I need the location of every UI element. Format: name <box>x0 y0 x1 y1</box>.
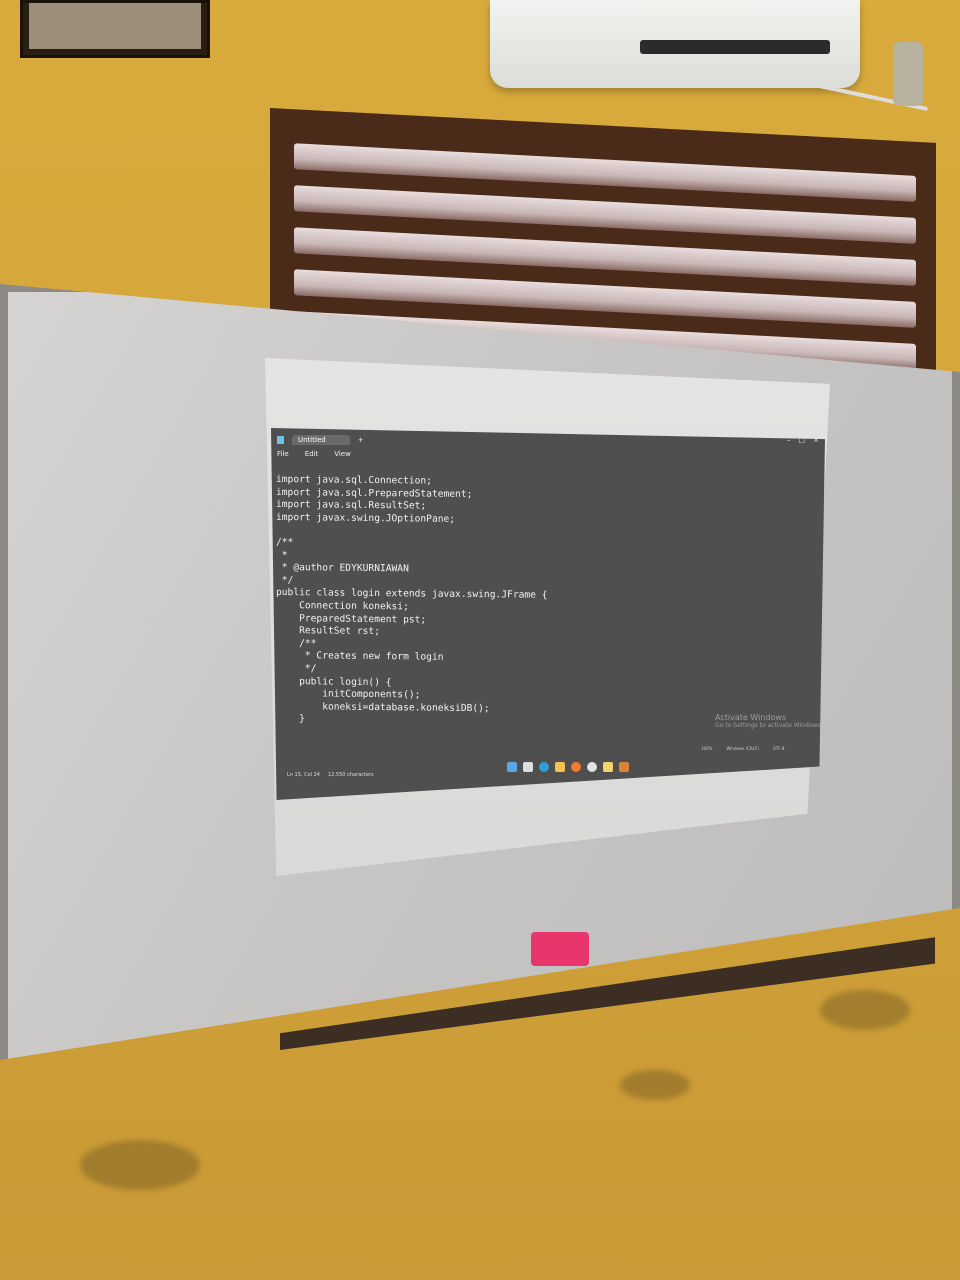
explorer-icon[interactable] <box>555 762 565 772</box>
new-tab-button[interactable]: + <box>358 436 364 444</box>
air-conditioner <box>490 0 860 88</box>
cursor-position: Ln 15, Col 24 <box>287 772 320 778</box>
tab-untitled[interactable]: Untitled <box>292 435 350 445</box>
menu-edit[interactable]: Edit <box>305 450 319 458</box>
code-editor[interactable]: import java.sql.Connection; import java.s… <box>276 474 806 731</box>
character-count: 12,550 characters <box>327 772 374 778</box>
windows-taskbar <box>507 762 629 772</box>
watermark-title: Activate Windows <box>715 713 787 722</box>
zoom-level: 100% <box>701 746 713 751</box>
activation-watermark: Activate Windows Go to Settings to activ… <box>715 714 822 730</box>
menu-view[interactable]: View <box>334 450 351 458</box>
encoding: UTF-8 <box>772 746 785 751</box>
firefox-icon[interactable] <box>571 762 581 772</box>
menu-file[interactable]: File <box>277 450 289 458</box>
notepad-icon <box>277 436 284 444</box>
wall-switch <box>893 42 923 106</box>
editor-menubar: File Edit View <box>277 450 351 458</box>
chrome-icon[interactable] <box>587 762 597 772</box>
line-ending: Windows (CRLF) <box>726 746 759 751</box>
search-icon[interactable] <box>523 762 533 772</box>
notepad-icon[interactable] <box>603 762 613 772</box>
wall-picture-frame <box>20 0 210 58</box>
wall-smudge <box>80 1140 200 1190</box>
editor-statusbar-right: 100% Windows (CRLF) UTF-8 <box>701 746 784 751</box>
start-icon[interactable] <box>507 762 517 772</box>
wall-smudge <box>620 1070 690 1100</box>
editor-statusbar: Ln 15, Col 24 12,550 characters <box>287 772 374 778</box>
watermark-subtitle: Go to Settings to activate Windows. <box>715 722 823 729</box>
app-icon[interactable] <box>619 762 629 772</box>
projected-editor-window: Untitled + – □ × File Edit View import j… <box>271 428 825 800</box>
edge-icon[interactable] <box>539 762 549 772</box>
wall-smudge <box>820 990 910 1030</box>
whiteboard-eraser <box>531 932 589 966</box>
